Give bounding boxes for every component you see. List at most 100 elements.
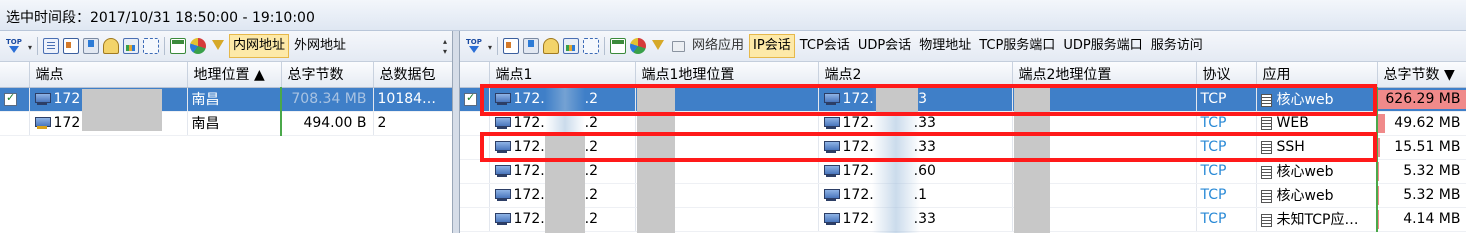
column-header-endpoint2[interactable]: 端点2 bbox=[818, 62, 1013, 88]
toolbar-divider bbox=[497, 37, 498, 55]
app-value: SSH bbox=[1276, 139, 1305, 155]
table-row[interactable]: 172. .2 172. .60 TCP 核心web 5.32 MB bbox=[460, 159, 1466, 184]
row-checkbox-cell[interactable] bbox=[460, 207, 490, 232]
tab-ip-sessions[interactable]: IP会话 bbox=[749, 34, 795, 58]
row-checkbox-cell[interactable] bbox=[460, 183, 490, 208]
row-checkbox-cell[interactable] bbox=[0, 111, 30, 136]
chart-icon[interactable] bbox=[563, 38, 579, 54]
toolbar-divider bbox=[604, 37, 605, 55]
tab-service-access[interactable]: 服务访问 bbox=[1148, 35, 1206, 57]
redaction-mask bbox=[637, 87, 675, 233]
endpoint1-tail: .2 bbox=[584, 139, 599, 155]
table-row[interactable]: 172. .2 172. .33 TCP WEB 49.62 MB bbox=[460, 111, 1466, 136]
host-icon bbox=[823, 212, 840, 226]
bytes-bar bbox=[1378, 162, 1379, 181]
toolbar-scroll-icon[interactable]: ▴ ▾ bbox=[440, 37, 450, 57]
tab-tcp-sessions[interactable]: TCP会话 bbox=[797, 35, 853, 57]
column-header-bytes[interactable]: 总字节数 ▼ bbox=[1377, 62, 1466, 88]
app-value: 未知TCP应… bbox=[1276, 212, 1359, 228]
redaction-mask bbox=[876, 87, 918, 113]
column-header-endpoint1-geo[interactable]: 端点1地理位置 bbox=[635, 62, 819, 88]
table-row[interactable]: 172..2172..3TCP核心web626.29 MB bbox=[460, 87, 1466, 112]
column-header-geo[interactable]: 地理位置 ▲ bbox=[187, 62, 282, 88]
tab-network-apps[interactable]: 网络应用 bbox=[689, 35, 747, 57]
row-checkbox-cell[interactable] bbox=[460, 111, 490, 136]
export-icon[interactable] bbox=[523, 38, 539, 54]
top-n-dropdown-icon[interactable]: TOP ▾ bbox=[466, 38, 492, 54]
host-warn-icon bbox=[34, 116, 51, 130]
tab-udp-sessions[interactable]: UDP会话 bbox=[855, 35, 914, 57]
endpoint1-value: 172. bbox=[513, 91, 545, 107]
bytes-bar bbox=[1379, 137, 1380, 157]
column-header-endpoint1[interactable]: 端点1 bbox=[489, 62, 636, 88]
detail-icon[interactable] bbox=[63, 38, 79, 54]
tab-udp-service-ports[interactable]: UDP服务端口 bbox=[1060, 35, 1145, 57]
select-icon[interactable] bbox=[583, 38, 599, 54]
row-checkbox-cell[interactable] bbox=[460, 135, 490, 160]
tab-physical-address[interactable]: 物理地址 bbox=[916, 35, 974, 57]
geo-cell: 南昌 bbox=[187, 111, 282, 136]
top-n-dropdown-icon[interactable]: TOP ▾ bbox=[6, 38, 32, 54]
app-list-icon bbox=[1260, 189, 1272, 203]
table-row[interactable]: 172. .2 172. .33 TCP 未知TCP应… 4.14 MB bbox=[460, 207, 1466, 232]
bytes-cell: 4.14 MB bbox=[1376, 207, 1466, 232]
endpoint2-value: 172. bbox=[842, 163, 874, 179]
selected-time-range: 选中时间段：2017/10/31 18:50:00 - 19:10:00 bbox=[0, 0, 1466, 31]
row-checkbox-cell[interactable] bbox=[460, 159, 490, 184]
pie-chart-icon[interactable] bbox=[630, 38, 646, 54]
column-header-bytes[interactable]: 总字节数 bbox=[281, 62, 374, 88]
columns-icon[interactable] bbox=[43, 38, 59, 54]
row-checkbox-cell[interactable] bbox=[460, 87, 490, 112]
table-row[interactable]: 172. .2 172. .33 TCP SSH 15.51 MB bbox=[460, 135, 1466, 160]
filter-icon[interactable] bbox=[650, 38, 666, 54]
endpoints-pane: TOP▾ 内网地址 外网地址 ▴▾ 端点 地理位置 ▲ 总字节数 总数据包 bbox=[0, 31, 453, 233]
chart-icon[interactable] bbox=[123, 38, 139, 54]
bytes-cell: 49.62 MB bbox=[1376, 111, 1466, 136]
table-row[interactable]: 172 南昌 708.34 MB 10184… bbox=[0, 87, 452, 112]
users-icon[interactable] bbox=[543, 38, 559, 54]
export-icon[interactable] bbox=[83, 38, 99, 54]
column-header-app[interactable]: 应用 bbox=[1256, 62, 1378, 88]
endpoint2-value: 172. bbox=[842, 91, 874, 107]
bytes-cell: 494.00 B bbox=[280, 111, 374, 136]
table-icon[interactable] bbox=[170, 38, 186, 54]
select-icon[interactable] bbox=[143, 38, 159, 54]
app-value: 核心web bbox=[1276, 92, 1334, 108]
table-icon[interactable] bbox=[610, 38, 626, 54]
endpoint2-value: 172. bbox=[842, 139, 874, 155]
column-header-packets[interactable]: 总数据包 bbox=[373, 62, 452, 88]
bytes-bar bbox=[1378, 210, 1379, 229]
endpoint2-value: 172. bbox=[842, 187, 874, 203]
bytes-value: 626.29 MB bbox=[1385, 91, 1461, 107]
column-header-endpoint2-geo[interactable]: 端点2地理位置 bbox=[1012, 62, 1197, 88]
host-icon bbox=[494, 140, 511, 154]
pie-chart-icon[interactable] bbox=[190, 38, 206, 54]
row-checkbox[interactable] bbox=[4, 91, 17, 106]
endpoint-value: 172 bbox=[53, 91, 81, 107]
bytes-value: 4.14 MB bbox=[1403, 211, 1461, 227]
host-icon bbox=[494, 92, 511, 106]
right-toolbar: TOP ▾ 网络应用 IP会话 TCP会话 UDP会话 物理地址 TCP服务端口 … bbox=[460, 31, 1466, 62]
table-header-row: 端点 地理位置 ▲ 总字节数 总数据包 bbox=[0, 62, 452, 88]
bytes-value: 708.34 MB bbox=[291, 91, 367, 107]
row-checkbox-cell[interactable] bbox=[0, 87, 30, 112]
protocol-cell: TCP bbox=[1196, 159, 1257, 184]
table-row[interactable]: 172 南昌 494.00 B 2 bbox=[0, 111, 452, 136]
endpoint1-value: 172. bbox=[513, 139, 545, 155]
filter-icon[interactable] bbox=[210, 38, 226, 54]
tab-internal-address[interactable]: 内网地址 bbox=[229, 34, 290, 58]
redaction-mask bbox=[1014, 87, 1050, 233]
tab-external-address[interactable]: 外网地址 bbox=[291, 35, 349, 57]
detail-icon[interactable] bbox=[503, 38, 519, 54]
disabled-filter-icon bbox=[670, 38, 686, 54]
column-header-endpoint[interactable]: 端点 bbox=[29, 62, 188, 88]
bytes-value: 494.00 B bbox=[303, 115, 367, 131]
app-value: WEB bbox=[1276, 115, 1309, 131]
tab-tcp-service-ports[interactable]: TCP服务端口 bbox=[976, 35, 1058, 57]
row-checkbox[interactable] bbox=[464, 91, 477, 106]
column-header-protocol[interactable]: 协议 bbox=[1196, 62, 1257, 88]
users-icon[interactable] bbox=[103, 38, 119, 54]
table-row[interactable]: 172. .2 172. .1 TCP 核心web 5.32 MB bbox=[460, 183, 1466, 208]
protocol-cell: TCP bbox=[1196, 183, 1257, 208]
bytes-cell: 708.34 MB bbox=[280, 87, 374, 112]
